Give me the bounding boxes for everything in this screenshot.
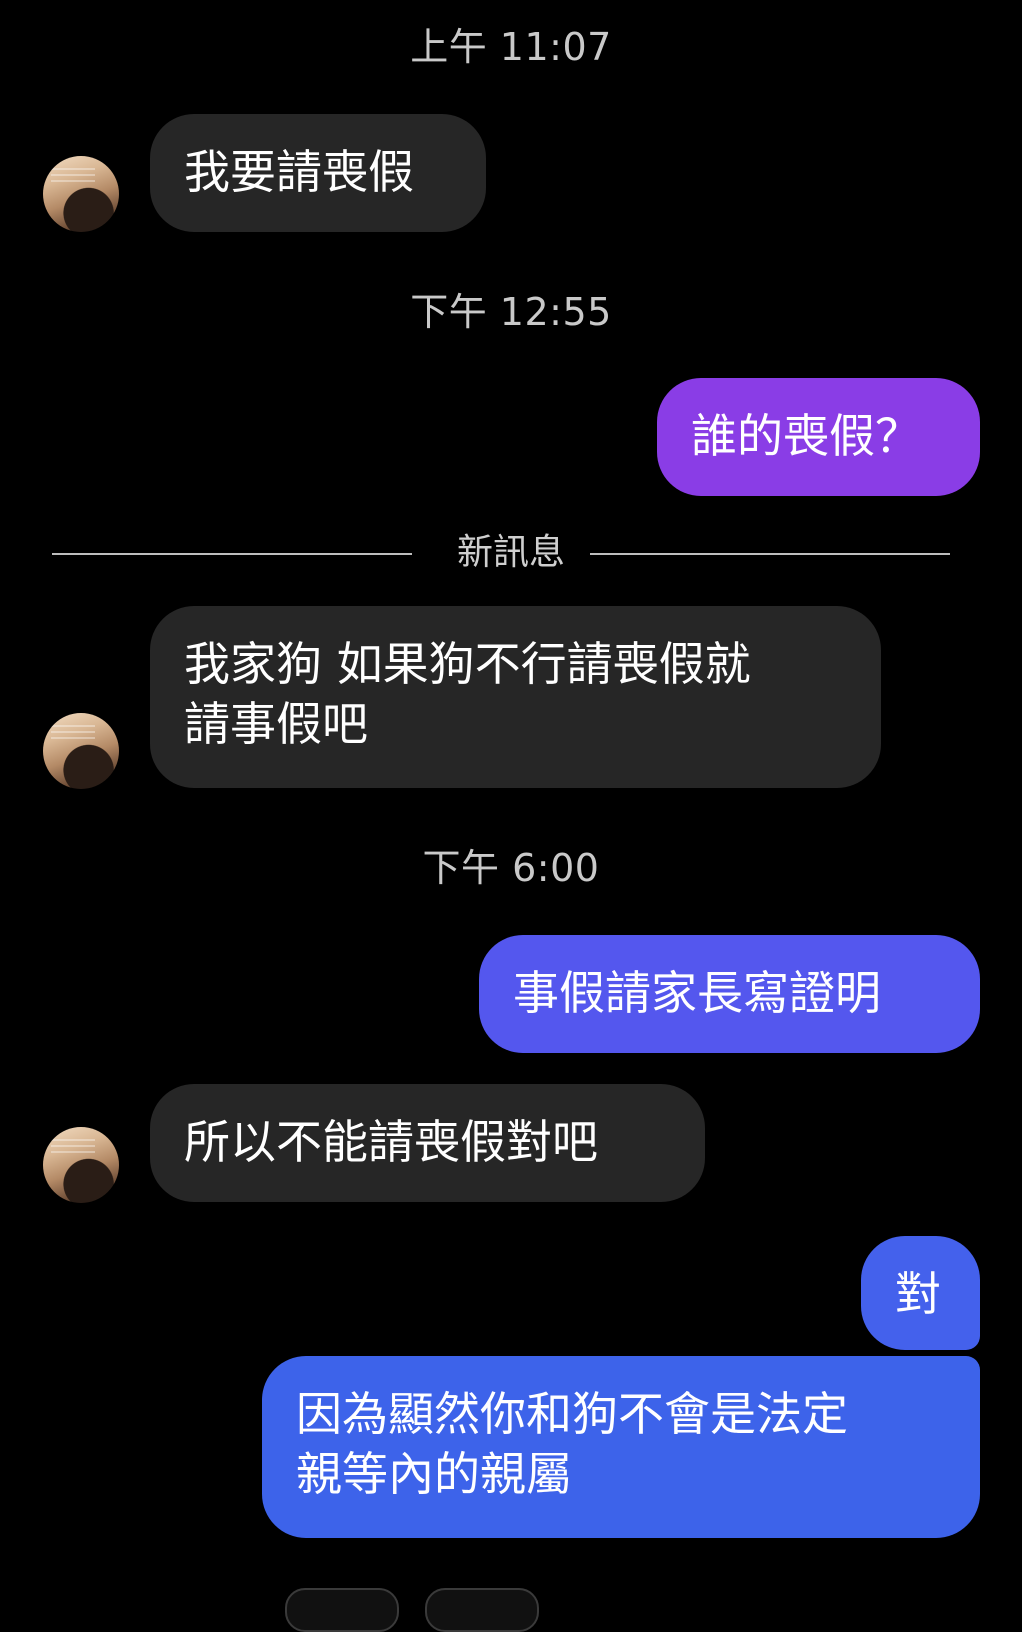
incoming-message-1[interactable]: 我要請喪假 bbox=[150, 114, 486, 232]
timestamp-3: 下午 6:00 bbox=[422, 846, 600, 890]
reaction-pill[interactable] bbox=[285, 1588, 399, 1632]
contact-avatar[interactable] bbox=[43, 713, 119, 789]
contact-avatar[interactable] bbox=[43, 1127, 119, 1203]
outgoing-message-4[interactable]: 因為顯然你和狗不會是法定 親等內的親屬 bbox=[262, 1356, 980, 1538]
reaction-pill[interactable] bbox=[425, 1588, 539, 1632]
incoming-message-3[interactable]: 所以不能請喪假對吧 bbox=[150, 1084, 705, 1202]
outgoing-message-1[interactable]: 誰的喪假？ bbox=[657, 378, 980, 496]
incoming-message-2[interactable]: 我家狗 如果狗不行請喪假就 請事假吧 bbox=[150, 606, 881, 788]
contact-avatar[interactable] bbox=[43, 156, 119, 232]
new-messages-divider: 新訊息 bbox=[456, 532, 565, 573]
timestamp-2: 下午 12:55 bbox=[410, 290, 612, 334]
outgoing-message-2[interactable]: 事假請家長寫證明 bbox=[479, 935, 980, 1053]
outgoing-message-3[interactable]: 對 bbox=[861, 1236, 980, 1350]
timestamp-1: 上午 11:07 bbox=[410, 25, 612, 69]
